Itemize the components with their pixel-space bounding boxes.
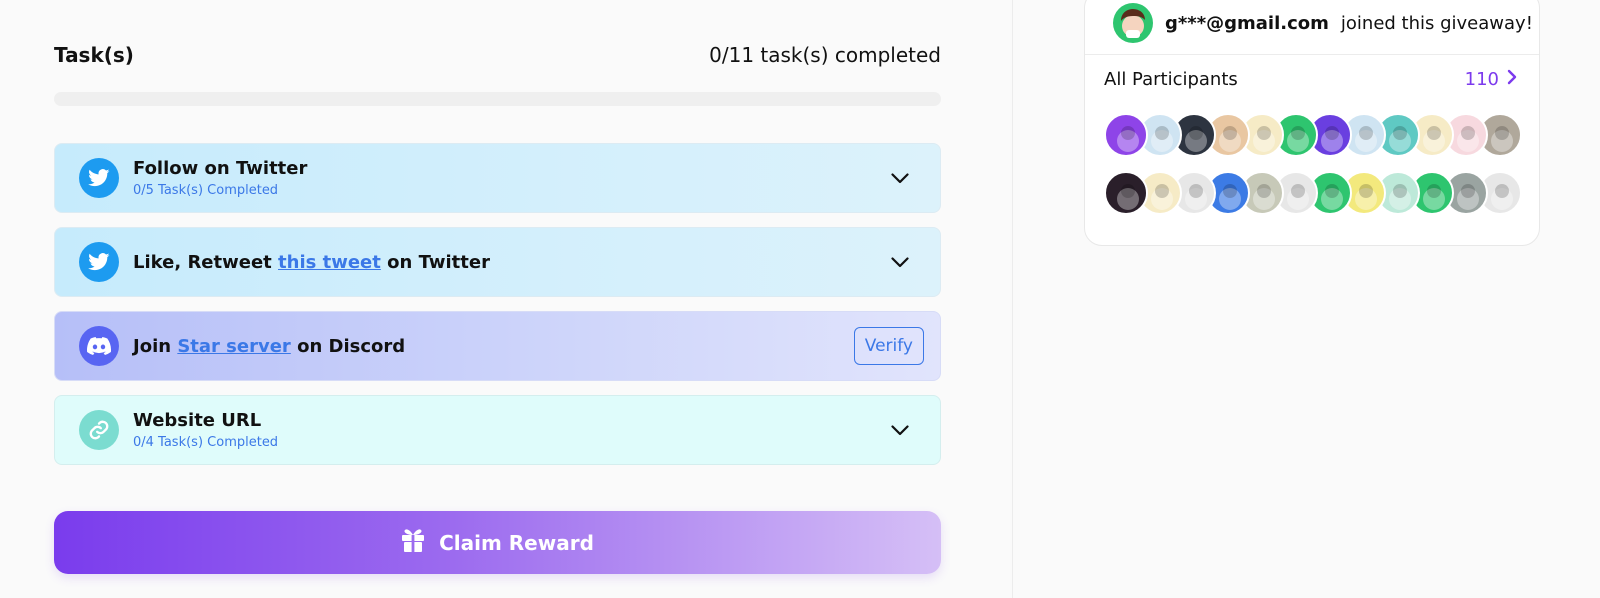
join-email: g***@gmail.com <box>1165 12 1329 34</box>
participant-avatar[interactable] <box>1104 113 1148 157</box>
claim-reward-label: Claim Reward <box>439 530 594 555</box>
discord-server-link[interactable]: Star server <box>177 336 290 357</box>
task-subtitle: 0/5 Task(s) Completed <box>133 183 279 198</box>
tasks-progress-text: 0/11 task(s) completed <box>709 43 941 67</box>
task-title: Follow on Twitter <box>133 158 308 179</box>
twitter-icon <box>79 158 119 198</box>
avatar <box>1113 3 1153 43</box>
divider <box>1085 54 1539 55</box>
participants-title: All Participants <box>1104 69 1238 90</box>
task-title: Like, Retweet this tweet on Twitter <box>133 252 886 273</box>
task-retweet-twitter[interactable]: Like, Retweet this tweet on Twitter <box>54 227 941 297</box>
twitter-icon <box>79 242 119 282</box>
sidebar-panel: g***@gmail.com joined this giveaway! All… <box>1013 0 1600 598</box>
task-title-prefix: Join <box>133 335 178 357</box>
tweet-link[interactable]: this tweet <box>278 252 381 273</box>
participant-avatar[interactable] <box>1104 171 1148 215</box>
task-body: Website URL 0/4 Task(s) Completed <box>133 410 886 450</box>
chevron-down-icon[interactable] <box>886 416 914 444</box>
task-body: Like, Retweet this tweet on Twitter <box>133 252 886 273</box>
gift-icon <box>401 527 425 558</box>
task-title-suffix: on Discord <box>290 335 406 357</box>
verify-button[interactable]: Verify <box>853 327 924 365</box>
task-body: Follow on Twitter 0/5 Task(s) Completed <box>133 158 886 198</box>
claim-reward-button[interactable]: Claim Reward <box>54 511 941 574</box>
chevron-right-icon <box>1507 69 1517 90</box>
task-title-suffix: on Twitter <box>380 251 490 273</box>
tasks-title: Task(s) <box>54 43 134 67</box>
task-title: Join Star server on Discord <box>133 336 854 357</box>
join-text: joined this giveaway! <box>1340 12 1533 34</box>
task-title-prefix: Like, Retweet <box>133 251 279 273</box>
participants-card: g***@gmail.com joined this giveaway! All… <box>1084 0 1540 246</box>
recent-join-row: g***@gmail.com joined this giveaway! <box>1113 0 1533 55</box>
task-join-discord: Join Star server on Discord Verify <box>54 311 941 381</box>
task-title: Website URL <box>133 410 262 431</box>
task-subtitle: 0/4 Task(s) Completed <box>133 435 279 450</box>
tasks-panel: Task(s) 0/11 task(s) completed Follow on… <box>0 0 1012 598</box>
discord-icon <box>79 326 119 366</box>
participants-header: All Participants 110 <box>1104 69 1517 90</box>
link-icon <box>79 410 119 450</box>
chevron-down-icon[interactable] <box>886 248 914 276</box>
task-body: Join Star server on Discord <box>133 336 854 357</box>
tasks-header: Task(s) 0/11 task(s) completed <box>54 43 941 67</box>
tasks-progress-bar <box>54 92 941 106</box>
participants-count-link[interactable]: 110 <box>1465 69 1517 90</box>
participants-avatars-row-1 <box>1104 113 1524 157</box>
chevron-down-icon[interactable] <box>886 164 914 192</box>
participants-avatars-row-2 <box>1104 171 1524 215</box>
task-follow-twitter[interactable]: Follow on Twitter 0/5 Task(s) Completed <box>54 143 941 213</box>
task-website-url[interactable]: Website URL 0/4 Task(s) Completed <box>54 395 941 465</box>
participants-count: 110 <box>1464 69 1499 90</box>
